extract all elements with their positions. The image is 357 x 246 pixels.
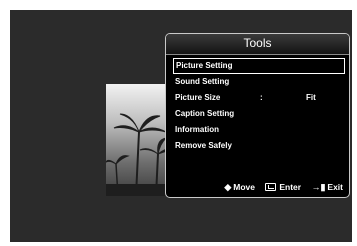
move-label: Move [233, 182, 255, 193]
menu-item-picture-size[interactable]: Picture Size : Fit [173, 90, 345, 106]
enter-hint: Enter [265, 179, 301, 194]
menu-item-label: Remove Safely [175, 141, 232, 150]
picture-size-value: Fit [306, 93, 316, 102]
exit-door-icon: →▮ [311, 182, 326, 193]
navigation-hints: ◆ Move Enter →▮ Exit [216, 179, 343, 193]
menu-item-label: Caption Setting [175, 109, 235, 118]
menu-item-label: Picture Size [175, 93, 221, 102]
menu-item-information[interactable]: Information [173, 122, 345, 138]
menu-item-label: Information [175, 125, 219, 134]
menu-item-picture-setting[interactable]: Picture Setting [173, 58, 345, 74]
tv-screen: Tools Picture Setting Sound Setting Pict… [10, 10, 352, 242]
menu-item-separator: : [260, 93, 263, 102]
menu-item-label: Sound Setting [175, 77, 230, 86]
tools-title: Tools [166, 34, 349, 55]
exit-label: Exit [327, 182, 343, 193]
tools-menu-list: Picture Setting Sound Setting Picture Si… [173, 58, 345, 154]
exit-hint: →▮ Exit [311, 179, 343, 194]
menu-item-caption-setting[interactable]: Caption Setting [173, 106, 345, 122]
menu-item-label: Picture Setting [176, 61, 233, 70]
tools-menu-panel: Tools Picture Setting Sound Setting Pict… [165, 33, 350, 198]
move-hint: ◆ Move [224, 179, 255, 194]
menu-item-remove-safely[interactable]: Remove Safely [173, 138, 345, 154]
enter-label: Enter [279, 182, 302, 193]
menu-item-sound-setting[interactable]: Sound Setting [173, 74, 345, 90]
enter-key-icon [265, 183, 277, 192]
up-down-arrow-icon: ◆ [224, 182, 232, 193]
